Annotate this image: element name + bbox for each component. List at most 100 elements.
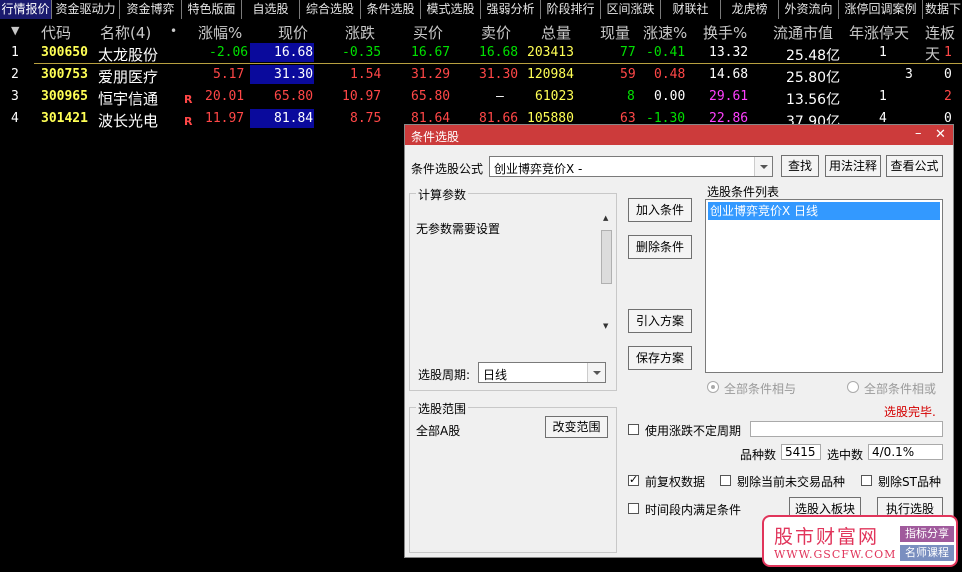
r-mark: R <box>184 115 193 128</box>
speed: 0.00 <box>654 89 686 104</box>
tab-cls-news[interactable]: 财联社 <box>661 0 721 19</box>
uncertain-period-checkbox[interactable] <box>628 424 639 435</box>
formula-select[interactable]: 创业博弈竞价X - <box>489 156 773 177</box>
view-formula-button[interactable]: 查看公式 <box>886 155 943 177</box>
stock-name: 波长光电 <box>98 112 159 130</box>
forward-adjust-checkbox[interactable] <box>628 473 639 486</box>
price: 31.30 <box>274 67 314 82</box>
radio-and-label[interactable]: 全部条件相与 <box>724 380 796 397</box>
close-icon[interactable]: ✕ <box>935 127 946 142</box>
volume: 120984 <box>527 67 574 82</box>
exclude-untraded-checkbox[interactable] <box>720 475 731 486</box>
volume: 203413 <box>527 45 574 60</box>
forward-adjust-label[interactable]: 前复权数据 <box>645 473 705 490</box>
year-limit-days: 3 <box>905 67 913 82</box>
col-name[interactable]: 名称(4) <box>100 22 151 43</box>
tab-capital-game[interactable]: 资金博弈 <box>120 0 182 19</box>
change-scope-button[interactable]: 改变范围 <box>545 416 608 438</box>
year-limit-days: 1 <box>879 45 887 60</box>
uncertain-period-label[interactable]: 使用涨跌不定周期 <box>645 422 741 439</box>
col-change[interactable]: 涨跌 <box>345 22 375 43</box>
radio-or-label[interactable]: 全部条件相或 <box>864 380 936 397</box>
tab-strength-analysis[interactable]: 强弱分析 <box>481 0 541 19</box>
list-item[interactable]: 创业博弈竞价X 日线 <box>708 202 940 220</box>
condition-list[interactable]: 创业博弈竞价X 日线 <box>705 199 943 373</box>
change-pct: -2.06 <box>209 45 249 60</box>
minimize-icon[interactable]: – <box>915 126 922 141</box>
tab-stage-ranking[interactable]: 阶段排行 <box>541 0 601 19</box>
col-code[interactable]: 代码 <box>41 22 71 43</box>
selected-label: 选中数 <box>827 448 864 462</box>
tab-foreign-flow[interactable]: 外资流向 <box>779 0 839 19</box>
col-bid[interactable]: 买价 <box>413 22 443 43</box>
dialog-title-bar[interactable]: 条件选股 – ✕ <box>405 125 953 145</box>
ask-price: 16.68 <box>479 45 519 60</box>
row-index: 2 <box>11 67 19 82</box>
selected-value: 4/0.1% <box>868 444 943 460</box>
radio-or[interactable] <box>847 381 859 393</box>
tab-data[interactable]: 数据下 <box>923 0 962 19</box>
period-select[interactable]: 日线 <box>478 362 606 383</box>
exclude-untraded-label[interactable]: 剔除当前未交易品种 <box>737 473 845 490</box>
col-turnover[interactable]: 换手% <box>703 22 747 43</box>
scroll-up-icon[interactable]: ▲ <box>603 214 608 222</box>
radio-and[interactable] <box>707 381 719 393</box>
time-range-checkbox[interactable] <box>628 503 639 514</box>
save-plan-button[interactable]: 保存方案 <box>628 346 692 370</box>
time-range-label[interactable]: 时间段内满足条件 <box>645 501 741 518</box>
tab-composite-screen[interactable]: 综合选股 <box>300 0 361 19</box>
tab-range-change[interactable]: 区间涨跌 <box>601 0 661 19</box>
count-label: 品种数 <box>740 448 777 462</box>
change-pct: 20.01 <box>205 89 245 104</box>
col-year-limit[interactable]: 年涨停天 <box>849 22 909 43</box>
top-tab-bar: 行情报价 资金驱动力 资金博弈 特色版面 自选股 综合选股 条件选股 模式选股 … <box>0 0 962 19</box>
col-volume[interactable]: 总量 <box>541 22 571 43</box>
tab-quotes[interactable]: 行情报价 <box>0 0 52 19</box>
tab-feature-layout[interactable]: 特色版面 <box>182 0 242 19</box>
col-last-vol[interactable]: 现量 <box>600 22 630 43</box>
consecutive-limit: 0 <box>944 67 952 82</box>
find-button[interactable]: 查找 <box>781 155 819 177</box>
tab-dragon-tiger[interactable]: 龙虎榜 <box>721 0 779 19</box>
tab-condition-screen[interactable]: 条件选股 <box>361 0 421 19</box>
usage-notes-button[interactable]: 用法注释 <box>825 155 881 177</box>
tab-capital-drive[interactable]: 资金驱动力 <box>52 0 120 19</box>
params-group-title: 计算参数 <box>416 186 469 203</box>
last-volume: 77 <box>620 45 636 60</box>
tab-pattern-screen[interactable]: 模式选股 <box>421 0 481 19</box>
market-cap: 13.56亿 <box>786 92 841 108</box>
col-mktcap[interactable]: 流通市值 <box>773 22 833 43</box>
add-condition-button[interactable]: 加入条件 <box>628 198 692 222</box>
table-row[interactable]: 1 300650 太龙股份 -2.06 16.68 -0.35 16.67 16… <box>0 42 962 64</box>
tab-watchlist[interactable]: 自选股 <box>242 0 300 19</box>
col-price[interactable]: 现价 <box>278 22 308 43</box>
import-plan-button[interactable]: 引入方案 <box>628 309 692 333</box>
delete-condition-button[interactable]: 删除条件 <box>628 235 692 259</box>
price: 16.68 <box>274 45 314 60</box>
row-index: 3 <box>11 89 19 104</box>
col-speed[interactable]: 涨速% <box>643 22 687 43</box>
exclude-st-label[interactable]: 剔除ST品种 <box>878 473 941 490</box>
table-row[interactable]: 2 300753 爱朋医疗 5.17 31.30 1.54 31.29 31.3… <box>0 64 962 86</box>
params-scrollbar[interactable]: ▲ ▼ <box>600 212 614 334</box>
tab-limit-pullback[interactable]: 涨停回调案例 <box>839 0 923 19</box>
params-text: 无参数需要设置 <box>416 222 501 236</box>
change: 1.54 <box>350 67 382 82</box>
col-ask[interactable]: 卖价 <box>481 22 511 43</box>
exclude-st-checkbox[interactable] <box>861 475 872 486</box>
sort-arrow-icon[interactable]: ▼ <box>11 24 19 37</box>
scope-group-title: 选股范围 <box>416 400 469 417</box>
stock-code: 301421 <box>41 111 88 126</box>
dialog-title: 条件选股 <box>411 130 460 144</box>
chevron-down-icon[interactable] <box>754 157 772 176</box>
scrollbar-thumb[interactable] <box>601 230 612 284</box>
market-cap: 25.80亿 <box>786 70 841 86</box>
period-input[interactable] <box>750 421 943 437</box>
turnover: 13.32 <box>709 45 749 60</box>
turnover: 29.61 <box>709 89 749 104</box>
price: 65.80 <box>274 89 314 104</box>
table-row[interactable]: 3 300965 恒宇信通 R 20.01 65.80 10.97 65.80 … <box>0 86 962 108</box>
scroll-down-icon[interactable]: ▼ <box>603 322 608 330</box>
col-change-pct[interactable]: 涨幅% <box>198 22 242 43</box>
chevron-down-icon[interactable] <box>587 363 605 382</box>
